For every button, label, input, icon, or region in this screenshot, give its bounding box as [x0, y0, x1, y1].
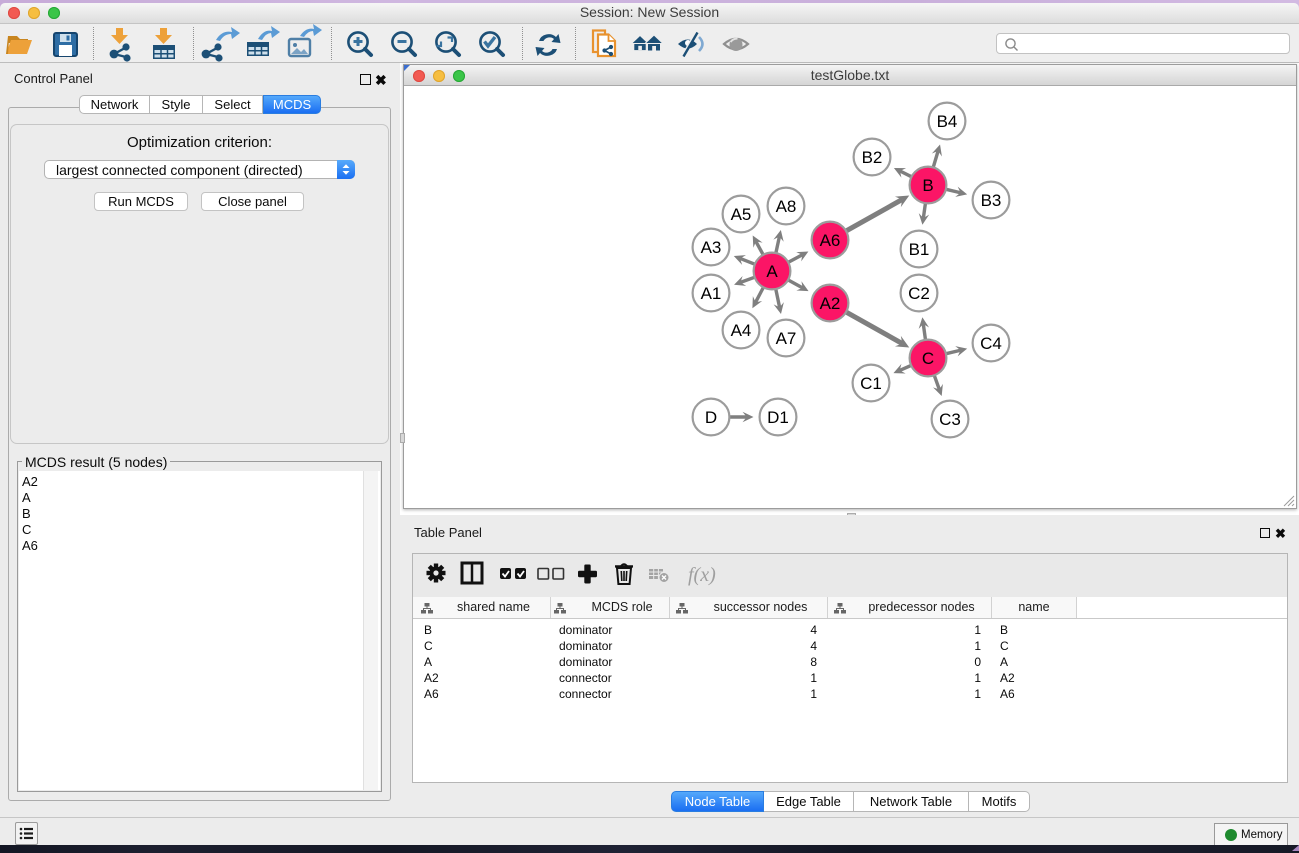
svg-text:A3: A3 — [701, 238, 722, 257]
svg-text:B4: B4 — [937, 112, 958, 131]
svg-text:B3: B3 — [981, 191, 1002, 210]
svg-text:A: A — [766, 262, 778, 281]
svg-text:D: D — [705, 408, 717, 427]
svg-text:A2: A2 — [820, 294, 841, 313]
svg-text:B: B — [922, 176, 933, 195]
svg-text:A5: A5 — [731, 205, 752, 224]
svg-text:B2: B2 — [862, 148, 883, 167]
svg-text:A1: A1 — [701, 284, 722, 303]
svg-text:A4: A4 — [731, 321, 752, 340]
svg-text:A6: A6 — [820, 231, 841, 250]
svg-text:A8: A8 — [776, 197, 797, 216]
svg-text:C1: C1 — [860, 374, 882, 393]
svg-text:C4: C4 — [980, 334, 1002, 353]
svg-text:B1: B1 — [909, 240, 930, 259]
svg-text:A7: A7 — [776, 329, 797, 348]
svg-text:C: C — [922, 349, 934, 368]
svg-text:C2: C2 — [908, 284, 930, 303]
svg-text:D1: D1 — [767, 408, 789, 427]
svg-text:C3: C3 — [939, 410, 961, 429]
svg-text:f(x): f(x) — [688, 564, 716, 586]
